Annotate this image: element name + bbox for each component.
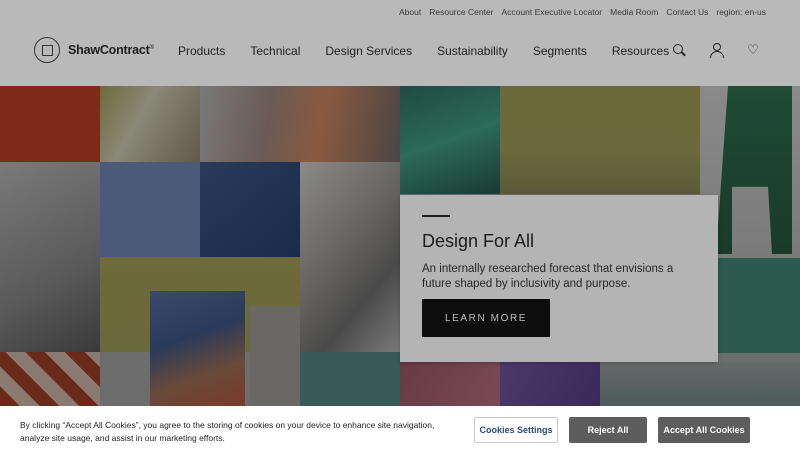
hero-card: Design For All An internally researched … [400,195,718,362]
collage-tile-blue [100,162,200,257]
collage-tile-teal [716,258,800,353]
site-header: About Resource Center Account Executive … [0,0,800,86]
utility-link-contact-us[interactable]: Contact Us [666,7,708,17]
cookie-banner: By clicking “Accept All Cookies”, you ag… [0,406,800,450]
collage-tile-blue-hand [200,162,300,257]
reject-all-button[interactable]: Reject All [569,417,647,443]
collage-tile-fiber [250,306,300,406]
collage-tile-checker [0,352,100,406]
user-icon[interactable] [709,43,724,58]
heart-icon[interactable]: ♡ [746,43,760,57]
logo-emblem-icon [34,37,60,63]
region-selector[interactable]: region: en-us [716,7,766,17]
collage-tile-people [200,86,400,162]
header-icons: ♡ [672,43,760,58]
collage-tile-hands [100,86,200,162]
hero-collage: Design For All An internally researched … [0,86,800,406]
utility-nav: About Resource Center Account Executive … [399,7,766,17]
brand-name: ShawContract® [68,43,154,57]
collage-tile-purple [500,362,600,406]
utility-link-resource-center[interactable]: Resource Center [429,7,493,17]
utility-link-account-executive-locator[interactable]: Account Executive Locator [502,7,603,17]
collage-tile-pink [400,362,500,406]
nav-products[interactable]: Products [178,44,225,58]
nav-resources[interactable]: Resources [612,44,669,58]
nav-sustainability[interactable]: Sustainability [437,44,508,58]
nav-segments[interactable]: Segments [533,44,587,58]
collage-tile-samples-yellow [500,86,700,194]
collage-tile-teal-bottom [300,352,400,406]
cookie-consent-text: By clicking “Accept All Cookies”, you ag… [20,420,435,443]
brand-logo[interactable]: ShawContract® [34,37,154,63]
collage-tile-red [0,86,100,162]
collage-tile-sofa [600,362,800,406]
hero-title: Design For All [422,231,535,251]
nav-design-services[interactable]: Design Services [325,44,412,58]
collage-tile-carpet-swatch [150,291,245,406]
search-icon[interactable] [672,43,686,57]
collage-tile-green-fabric [400,86,500,194]
nav-technical[interactable]: Technical [250,44,300,58]
accept-all-cookies-button[interactable]: Accept All Cookies [658,417,750,443]
collage-tile-metallic [300,162,400,352]
utility-link-about[interactable]: About [399,7,421,17]
utility-link-media-room[interactable]: Media Room [610,7,658,17]
hero-description: An internally researched forecast that e… [422,263,674,290]
collage-tile-phone-hand [0,162,100,352]
cookies-settings-button[interactable]: Cookies Settings [474,417,558,443]
learn-more-button[interactable]: LEARN MORE [422,299,550,337]
card-divider [422,215,450,217]
main-nav: Products Technical Design Services Susta… [178,44,669,58]
